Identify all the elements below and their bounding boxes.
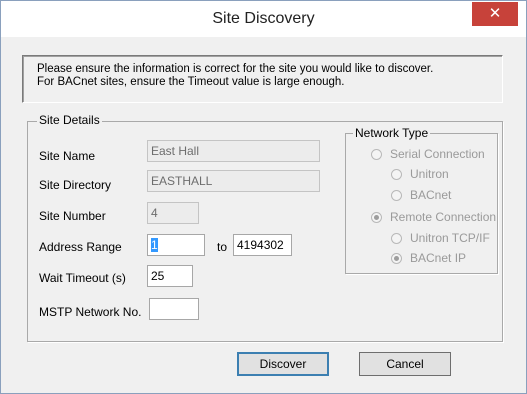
close-button[interactable]: ✕: [472, 2, 518, 26]
site-directory-field[interactable]: EASTHALL: [147, 170, 320, 192]
site-name-label: Site Name: [39, 149, 96, 163]
site-number-field[interactable]: 4: [147, 202, 199, 224]
unitron-radio[interactable]: [391, 169, 402, 180]
bacnet-ip-radio[interactable]: [391, 253, 402, 264]
info-panel: Please ensure the information is correct…: [22, 55, 503, 103]
bacnet-radio[interactable]: [391, 190, 402, 201]
serial-connection-radio[interactable]: [371, 149, 382, 160]
serial-connection-label[interactable]: Serial Connection: [390, 147, 485, 161]
site-number-label: Site Number: [39, 209, 106, 223]
mstp-network-field[interactable]: [149, 298, 199, 320]
info-line-1: Please ensure the information is correct…: [37, 63, 434, 75]
title-bar[interactable]: Site Discovery ✕: [1, 1, 526, 37]
info-line-2: For BACnet sites, ensure the Timeout val…: [37, 76, 345, 88]
network-type-legend: Network Type: [353, 126, 431, 140]
site-name-field[interactable]: East Hall: [147, 140, 320, 162]
unitron-tcp-label[interactable]: Unitron TCP/IF: [410, 231, 490, 245]
window-title: Site Discovery: [212, 10, 315, 27]
cancel-button[interactable]: Cancel: [359, 352, 451, 376]
address-to-field[interactable]: 4194302: [233, 234, 292, 256]
remote-connection-radio[interactable]: [371, 212, 382, 223]
address-from-field[interactable]: 1: [147, 234, 205, 256]
bacnet-label[interactable]: BACnet: [410, 188, 451, 202]
close-icon: ✕: [488, 5, 502, 22]
unitron-tcp-radio[interactable]: [391, 233, 402, 244]
unitron-label[interactable]: Unitron: [410, 167, 449, 181]
address-range-label: Address Range: [39, 240, 122, 254]
address-to-label: to: [217, 240, 228, 254]
address-from-value: 1: [151, 238, 158, 252]
remote-connection-label[interactable]: Remote Connection: [390, 210, 496, 224]
site-details-legend: Site Details: [37, 113, 102, 127]
wait-timeout-field[interactable]: 25: [147, 265, 193, 287]
site-directory-label: Site Directory: [39, 178, 112, 192]
bacnet-ip-label[interactable]: BACnet IP: [410, 251, 466, 265]
mstp-network-label: MSTP Network No.: [39, 305, 142, 319]
wait-timeout-label: Wait Timeout (s): [39, 271, 126, 285]
discover-button[interactable]: Discover: [237, 352, 329, 376]
site-discovery-window: Site Discovery ✕ Please ensure the infor…: [0, 0, 527, 394]
